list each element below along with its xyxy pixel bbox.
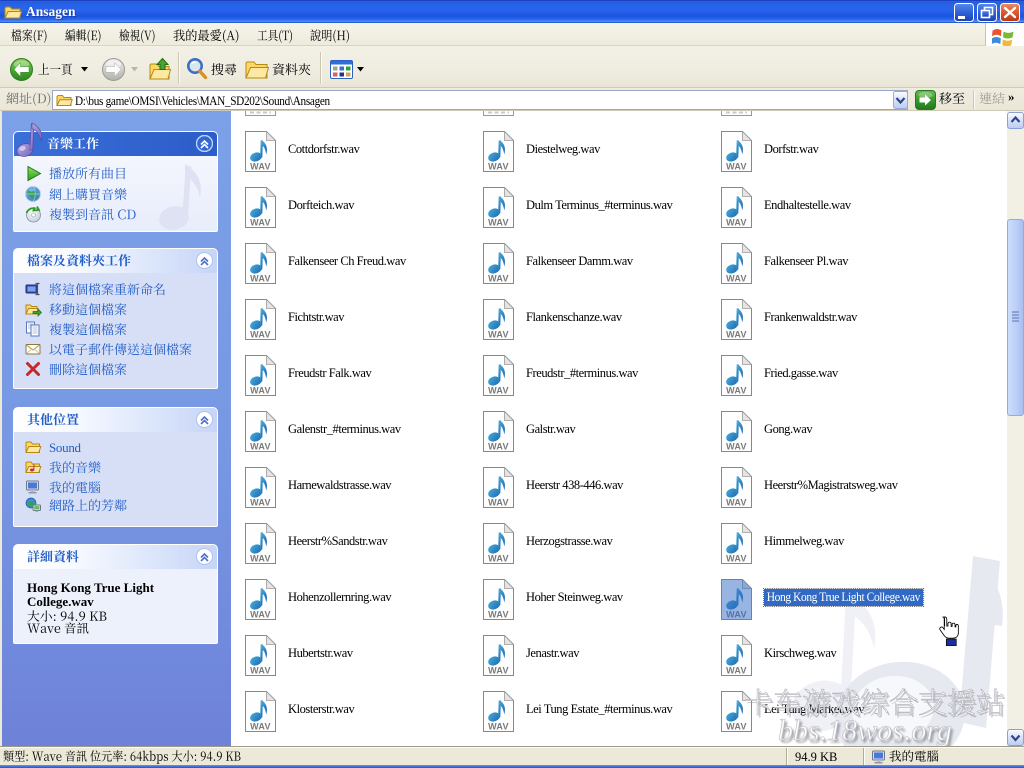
svg-text:WAV: WAV: [250, 442, 271, 452]
svg-text:WAV: WAV: [488, 162, 509, 172]
svg-text:WAV: WAV: [250, 162, 271, 172]
svg-text:WAV: WAV: [488, 442, 509, 452]
svg-text:WAV: WAV: [488, 666, 509, 676]
svg-text:WAV: WAV: [488, 610, 509, 620]
svg-text:WAV: WAV: [726, 162, 747, 172]
svg-text:WAV: WAV: [250, 610, 271, 620]
svg-text:WAV: WAV: [488, 330, 509, 340]
svg-text:WAV: WAV: [726, 330, 747, 340]
svg-text:WAV: WAV: [726, 442, 747, 452]
svg-text:WAV: WAV: [726, 274, 747, 284]
svg-text:WAV: WAV: [250, 386, 271, 396]
svg-text:WAV: WAV: [250, 666, 271, 676]
svg-text:WAV: WAV: [726, 218, 747, 228]
svg-text:WAV: WAV: [726, 666, 747, 676]
svg-text:WAV: WAV: [250, 722, 271, 732]
svg-text:WAV: WAV: [726, 498, 747, 508]
svg-text:WAV: WAV: [726, 554, 747, 564]
svg-text:WAV: WAV: [726, 386, 747, 396]
svg-text:WAV: WAV: [488, 722, 509, 732]
svg-text:WAV: WAV: [250, 498, 271, 508]
svg-text:WAV: WAV: [250, 218, 271, 228]
svg-text:WAV: WAV: [488, 274, 509, 284]
svg-text:WAV: WAV: [488, 554, 509, 564]
svg-text:WAV: WAV: [250, 554, 271, 564]
svg-text:WAV: WAV: [488, 386, 509, 396]
svg-text:WAV: WAV: [488, 498, 509, 508]
svg-text:WAV: WAV: [250, 330, 271, 340]
svg-text:WAV: WAV: [250, 274, 271, 284]
svg-text:WAV: WAV: [488, 218, 509, 228]
